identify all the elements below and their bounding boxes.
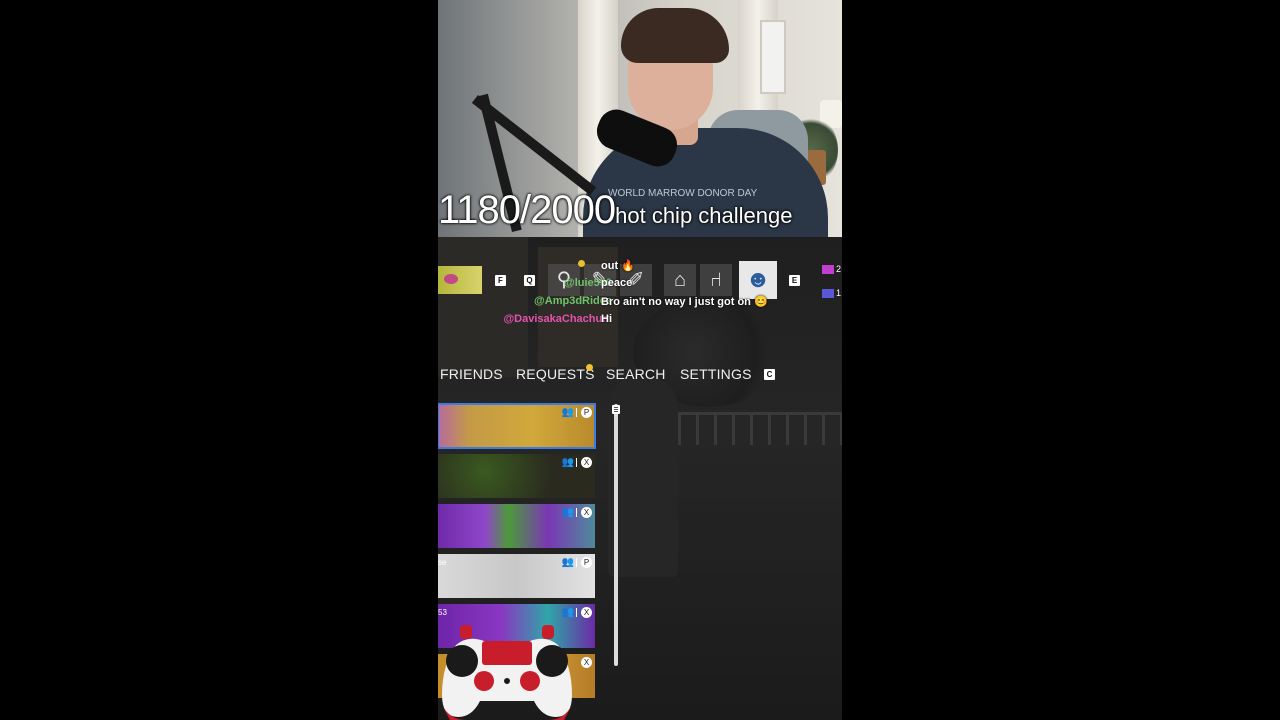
right-stick — [520, 671, 540, 691]
friend-card[interactable]: 👥 X — [438, 454, 595, 498]
separator — [576, 408, 577, 417]
left-stick — [474, 671, 494, 691]
tab-requests[interactable]: REQUESTS — [516, 366, 595, 382]
stat-pink: 2 — [822, 264, 841, 275]
party-icon: 👥 — [561, 457, 574, 468]
party-icon: 👥 — [561, 407, 574, 418]
xbox-icon: X — [581, 457, 592, 468]
party-icon: 👥 — [561, 507, 574, 518]
separator — [576, 458, 577, 467]
card-name-fragment: se — [438, 558, 447, 567]
chair-icon[interactable]: ⑁ — [700, 264, 732, 296]
scrollbar-handle[interactable] — [612, 405, 620, 414]
playstation-icon: P — [581, 407, 592, 418]
separator — [576, 608, 577, 617]
chat-emote-dot — [578, 260, 585, 267]
stream-frame: WORLD MARROW DONOR DAY 1180/2000hot chip… — [438, 0, 842, 720]
xbox-icon: X — [581, 607, 592, 618]
chat-message: peace — [601, 277, 633, 289]
challenge-counter: 1180/2000 — [438, 188, 616, 232]
railing — [678, 412, 842, 445]
playstation-icon: P — [581, 557, 592, 568]
home-button-icon — [504, 678, 510, 684]
friend-card[interactable]: se 👥 P — [438, 554, 595, 598]
challenge-overlay: 1180/2000hot chip challenge — [438, 188, 842, 233]
r2-trigger — [542, 625, 554, 639]
tab-search[interactable]: SEARCH — [606, 366, 666, 382]
touchpad — [482, 641, 532, 665]
dpad-icon — [446, 645, 478, 677]
separator — [576, 558, 577, 567]
chat-message: out 🔥 — [601, 260, 635, 272]
friend-card[interactable]: 👥 X — [438, 504, 595, 548]
house-icon[interactable]: ⌂ — [664, 264, 696, 296]
key-hint-f: F — [495, 275, 506, 286]
ticket-icon — [822, 265, 834, 275]
list-scrollbar[interactable] — [614, 404, 618, 666]
toolbar-preview-thumbnail[interactable] — [438, 266, 482, 294]
face-buttons-icon — [536, 645, 568, 677]
friend-card[interactable]: 👥 P — [438, 403, 596, 449]
party-icon: 👥 — [561, 607, 574, 618]
xbox-icon: X — [581, 657, 592, 668]
background-building — [438, 237, 528, 377]
separator — [576, 508, 577, 517]
tab-friends[interactable]: FRIENDS — [440, 366, 503, 382]
stat-blue: 1 — [822, 288, 841, 299]
challenge-label: hot chip challenge — [615, 203, 793, 228]
card-name-fragment: 53 — [438, 608, 447, 617]
key-hint-q: Q — [524, 275, 535, 286]
key-hint-e: E — [789, 275, 800, 286]
window — [760, 20, 786, 94]
party-icon: 👥 — [561, 557, 574, 568]
key-hint-c: C — [764, 369, 775, 380]
tab-settings[interactable]: SETTINGS — [680, 366, 752, 382]
screen-icon — [822, 289, 834, 299]
chat-message: Hi — [601, 313, 612, 325]
xbox-icon: X — [581, 507, 592, 518]
chat-message: Bro ain't no way I just got on 😊 — [601, 296, 768, 308]
l2-trigger — [460, 625, 472, 639]
chat-username: @DavisakaChachum — [503, 313, 612, 325]
people-icon[interactable]: ☻ — [739, 261, 777, 299]
social-nav: FRIENDS REQUESTS SEARCH SETTINGS C — [438, 364, 842, 386]
controller-overlay — [442, 625, 572, 720]
requests-notification-dot — [586, 364, 593, 371]
webcam-feed: WORLD MARROW DONOR DAY 1180/2000hot chip… — [438, 0, 842, 237]
streamer-hair — [621, 8, 729, 63]
